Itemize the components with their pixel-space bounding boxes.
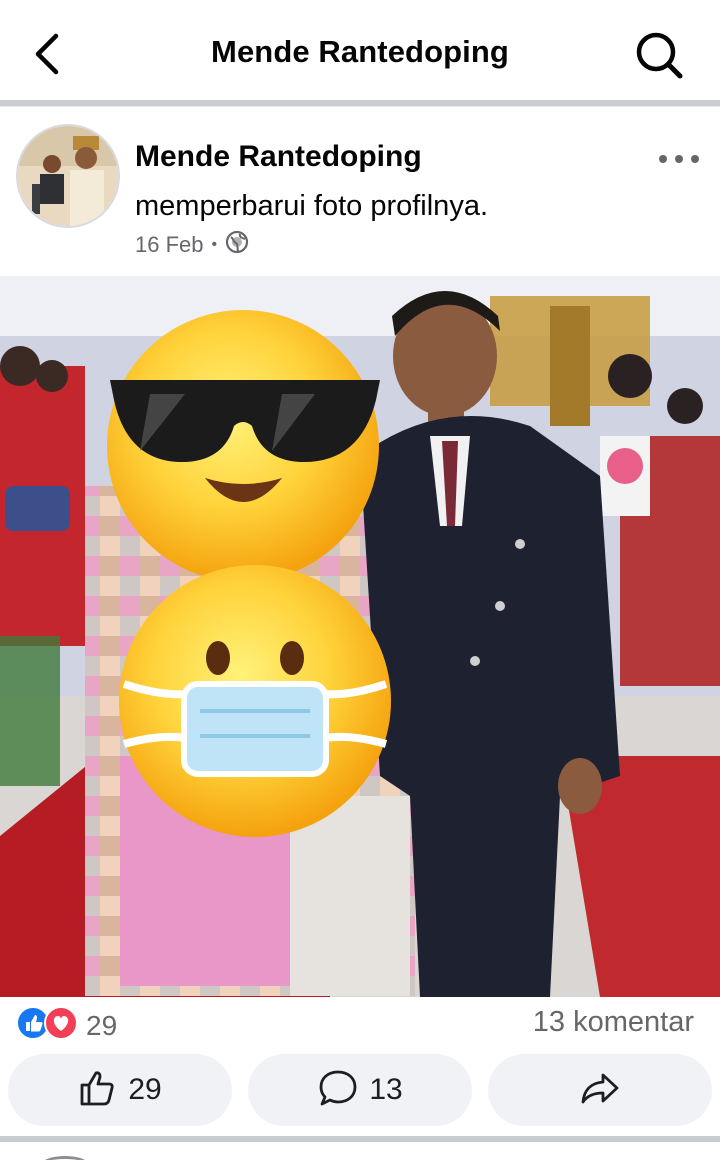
sunglasses-emoji-sticker xyxy=(107,310,380,582)
share-button[interactable] xyxy=(488,1054,712,1126)
post-action-text: memperbarui foto profilnya. xyxy=(135,190,488,222)
post-meta: 16 Feb • xyxy=(135,230,249,260)
like-count: 29 xyxy=(128,1073,162,1106)
more-horizontal-icon[interactable] xyxy=(654,146,704,172)
top-bar: Mende Rantedoping xyxy=(0,0,720,104)
post-author-name[interactable]: Mende Rantedoping xyxy=(135,140,422,174)
mask-emoji-sticker xyxy=(119,565,391,837)
comment-count: 13 xyxy=(369,1073,403,1106)
reaction-summary[interactable]: 29 xyxy=(16,1006,117,1045)
next-post-avatar xyxy=(40,1156,90,1160)
reaction-count: 29 xyxy=(86,1009,118,1041)
post-date[interactable]: 16 Feb xyxy=(135,232,204,258)
avatar[interactable] xyxy=(16,124,120,228)
globe-icon xyxy=(225,230,249,260)
meta-separator: • xyxy=(211,236,218,253)
share-icon xyxy=(579,1070,621,1111)
post-divider xyxy=(0,1136,720,1142)
header-divider xyxy=(0,100,720,107)
comments-count-link[interactable]: 13 komentar xyxy=(533,1006,694,1039)
post-photo[interactable] xyxy=(0,276,720,997)
like-button[interactable]: 29 xyxy=(8,1054,232,1126)
page-title: Mende Rantedoping xyxy=(211,34,509,69)
search-icon[interactable] xyxy=(632,28,686,82)
comment-button[interactable]: 13 xyxy=(248,1054,472,1126)
love-reaction-icon xyxy=(44,1006,78,1045)
comment-bubble-icon xyxy=(317,1068,359,1113)
thumbs-up-icon xyxy=(78,1068,118,1113)
